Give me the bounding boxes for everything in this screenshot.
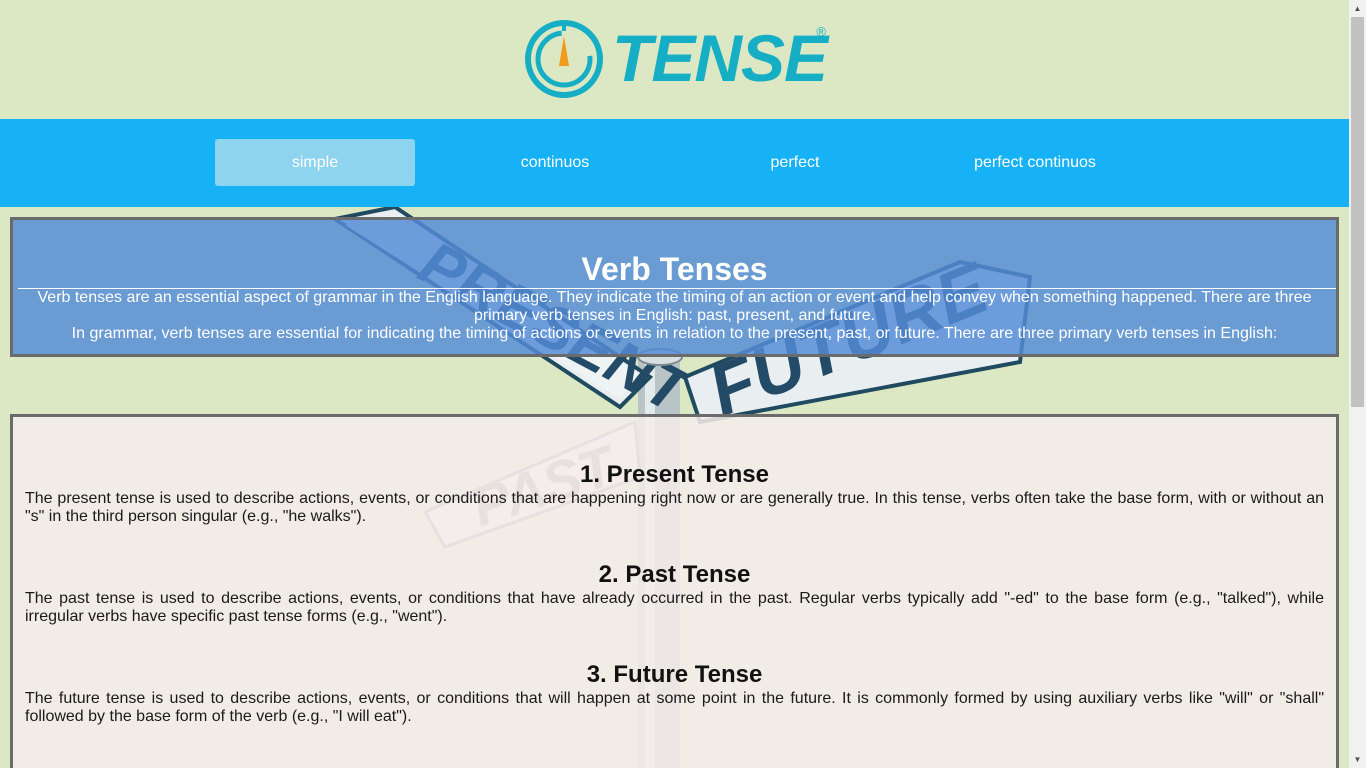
nav-item-continuos[interactable]: continuos bbox=[455, 139, 655, 186]
registered-mark: ® bbox=[816, 24, 826, 39]
compass-icon bbox=[525, 20, 603, 98]
main-nav: simple continuos perfect perfect continu… bbox=[0, 119, 1349, 207]
hero-paragraph-1: Verb tenses are an essential aspect of g… bbox=[37, 289, 1312, 324]
page-title: Verb Tenses bbox=[581, 251, 768, 287]
page: TENSE ® simple continuos perfect perfect… bbox=[0, 0, 1349, 768]
logo[interactable]: TENSE ® bbox=[524, 18, 828, 102]
nav-item-simple[interactable]: simple bbox=[215, 139, 415, 186]
arrow-down-icon[interactable]: ▼ bbox=[1349, 751, 1366, 768]
content-panel: 1. Present Tense The present tense is us… bbox=[10, 414, 1339, 768]
logo-header: TENSE ® bbox=[0, 0, 1349, 119]
arrow-up-icon[interactable]: ▲ bbox=[1349, 0, 1366, 17]
hero-paragraph-2: In grammar, verb tenses are essential fo… bbox=[71, 325, 1278, 342]
section-title-future: 3. Future Tense bbox=[586, 661, 763, 688]
hero-panel: Verb Tenses Verb tenses are an essential… bbox=[10, 217, 1339, 357]
section-text-past: The past tense is used to describe actio… bbox=[25, 590, 1324, 625]
section-title-present: 1. Present Tense bbox=[580, 461, 769, 488]
scrollbar-thumb[interactable] bbox=[1351, 17, 1364, 407]
section-text-future: The future tense is used to describe act… bbox=[25, 690, 1324, 725]
nav-item-perfect[interactable]: perfect bbox=[695, 139, 895, 186]
logo-text: TENSE bbox=[612, 21, 828, 95]
page-scrollbar[interactable]: ▲ ▼ bbox=[1349, 0, 1366, 768]
section-text-present: The present tense is used to describe ac… bbox=[25, 490, 1324, 525]
nav-item-perfect-continuos[interactable]: perfect continuos bbox=[935, 139, 1135, 186]
section-title-past: 2. Past Tense bbox=[598, 561, 751, 588]
